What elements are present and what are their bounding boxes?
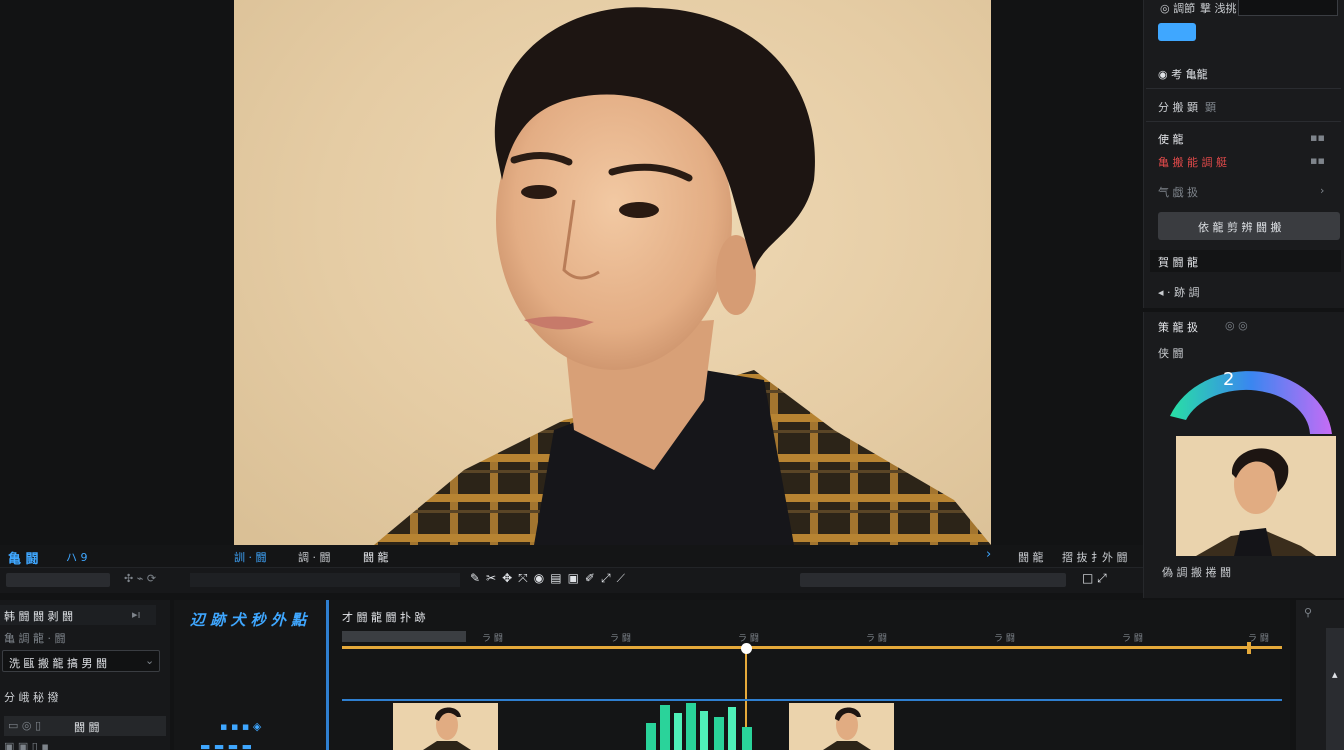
- folder-icon: ▭ ◎ ▯: [8, 719, 42, 732]
- portrait-image: [374, 7, 991, 545]
- chevron-right-icon[interactable]: ›: [1320, 184, 1324, 197]
- inspector-dropdown[interactable]: [1238, 0, 1338, 16]
- inspector-tab-b[interactable]: 撃 浅挑: [1200, 0, 1237, 16]
- more-icon[interactable]: ▪▪: [1310, 131, 1325, 144]
- pin-icon[interactable]: ⚲: [1304, 606, 1312, 619]
- project-row-b-bar[interactable]: ▭ ◎ ▯ 闘 闘: [4, 716, 166, 736]
- inspector-wide-button-label: 依 龍 剪 辨 闘 搬: [1198, 221, 1282, 234]
- divider: [1146, 121, 1341, 122]
- track-lock-icons[interactable]: ▪ ▪ ▪ ◈: [220, 720, 261, 733]
- project-row-a[interactable]: 分 峨 秘 撥: [4, 689, 59, 705]
- play-icon[interactable]: ▸ı: [132, 608, 141, 621]
- track-divider[interactable]: [326, 600, 329, 750]
- project-select-value: 洗 甌 搬 龍 搞 男 闘: [9, 657, 107, 670]
- ruler-tick-label: ラ 闘: [1248, 634, 1269, 644]
- project-select[interactable]: 洗 甌 搬 龍 搞 男 闘 ⌄: [2, 650, 160, 672]
- project-header: 韩 闘 闘 剥 闘: [4, 610, 73, 623]
- video-clip[interactable]: [393, 703, 498, 750]
- chevron-down-icon[interactable]: ⌄: [145, 654, 154, 667]
- inspector-row-2-label: 分 搬 顕: [1158, 101, 1198, 114]
- edit-tools-icons[interactable]: ✎✂✥⤧◉▤▣✐⤢⟋: [470, 571, 631, 586]
- zoom-slider[interactable]: [6, 573, 110, 587]
- toolbar-right-1[interactable]: 闘 龍: [1018, 549, 1044, 565]
- vertical-scrollbar[interactable]: [1326, 628, 1344, 750]
- color-panel-icons[interactable]: ◎ ◎: [1225, 319, 1248, 332]
- preview-thumbnail[interactable]: [1176, 436, 1336, 556]
- lock-icon[interactable]: ▴: [1332, 668, 1338, 681]
- inspector-primary-button[interactable]: [1158, 23, 1196, 41]
- track-mute-icons[interactable]: ▬ ▬ ▬ ▬: [200, 740, 252, 750]
- fullscreen-icon[interactable]: □ ⤢: [1082, 571, 1107, 586]
- toolbar-mid-3[interactable]: 闘 龍: [363, 549, 389, 565]
- thumbnail-caption: 偽 調 搬 捲 闘: [1162, 566, 1231, 579]
- ruler-tick-label: ラ 闘: [866, 634, 887, 644]
- inspector-wide-button[interactable]: 依 龍 剪 辨 闘 搬: [1158, 212, 1340, 240]
- video-preview[interactable]: [234, 0, 991, 545]
- timeline-title: 才 闘 龍 闘 扑 跡: [342, 611, 426, 624]
- playhead-handle[interactable]: [740, 643, 752, 654]
- color-wheel-value: 2: [1223, 369, 1235, 390]
- video-clip[interactable]: [789, 703, 894, 750]
- preview-toolbar: [0, 545, 1143, 567]
- project-row-b: 闘 闘: [74, 721, 100, 734]
- color-panel-title: 策 龍 扱: [1158, 321, 1198, 334]
- color-panel-subtitle: 侠 闘: [1158, 347, 1184, 360]
- track-separator: [342, 699, 1282, 701]
- project-sub: 亀 調 龍 · 闘: [4, 632, 66, 645]
- inspector-row-4-label: 亀 搬 能 調 艇: [1158, 156, 1227, 169]
- ruler-tick-label: ラ 闘: [994, 634, 1015, 644]
- settings-icon[interactable]: ✣ ⌁ ⟳: [124, 572, 156, 585]
- project-header-bar: 韩 闘 闘 剥 闘 ▸ı: [0, 605, 156, 625]
- toolbar-right-2[interactable]: 摺 抜 扌外 闘: [1062, 549, 1128, 565]
- inspector-header: 賀 闘 龍: [1158, 256, 1198, 269]
- inspector-nav[interactable]: ◂ · 跡 調: [1158, 284, 1200, 300]
- inspector-row-5-label: 气 戯 扱: [1158, 186, 1198, 199]
- ruler-tick-label: ラ 闘: [482, 634, 503, 644]
- inspector-row-3-label: 使 龍: [1158, 133, 1184, 146]
- divider: [1146, 88, 1341, 89]
- ruler-tick-label: ラ 闘: [1122, 634, 1143, 644]
- toolbar-left-tag[interactable]: ハ 9: [66, 549, 88, 565]
- out-point-marker[interactable]: [1247, 642, 1251, 654]
- toolbar-mid-2[interactable]: 調 · 闘: [298, 549, 331, 565]
- inspector-row-2-value: 顕: [1205, 101, 1216, 114]
- chevron-right-icon[interactable]: ›: [986, 547, 991, 562]
- inspector-header-bar: 賀 闘 龍: [1150, 250, 1341, 272]
- toolbar-spacer: [190, 573, 460, 587]
- layer-icons[interactable]: ▣ ▣ ▯ ▪: [4, 740, 49, 750]
- ruler-tick-label: ラ 闘: [610, 634, 631, 644]
- track-panel-title: 辺 跡 犬 秒 外 點: [190, 611, 307, 629]
- audio-clip[interactable]: [642, 703, 766, 750]
- inspector-row-1[interactable]: ◉ 考 亀龍: [1158, 66, 1208, 82]
- toolbar-left-label[interactable]: 亀 闘: [8, 548, 39, 567]
- more-icon[interactable]: ▪▪: [1310, 154, 1325, 167]
- color-wheel-gauge[interactable]: [1164, 360, 1338, 438]
- inspector-tab-a[interactable]: ◎ 調節: [1160, 0, 1195, 16]
- work-area-bar[interactable]: [342, 646, 1282, 649]
- ruler-tick-label: ラ 闘: [738, 634, 759, 644]
- timeline-scrollbar[interactable]: [800, 573, 1066, 587]
- time-ruler[interactable]: ラ 闘ラ 闘ラ 闘ラ 闘ラ 闘ラ 闘ラ 闘: [342, 631, 1282, 645]
- toolbar-mid-1[interactable]: 訓 · 闘: [234, 549, 267, 565]
